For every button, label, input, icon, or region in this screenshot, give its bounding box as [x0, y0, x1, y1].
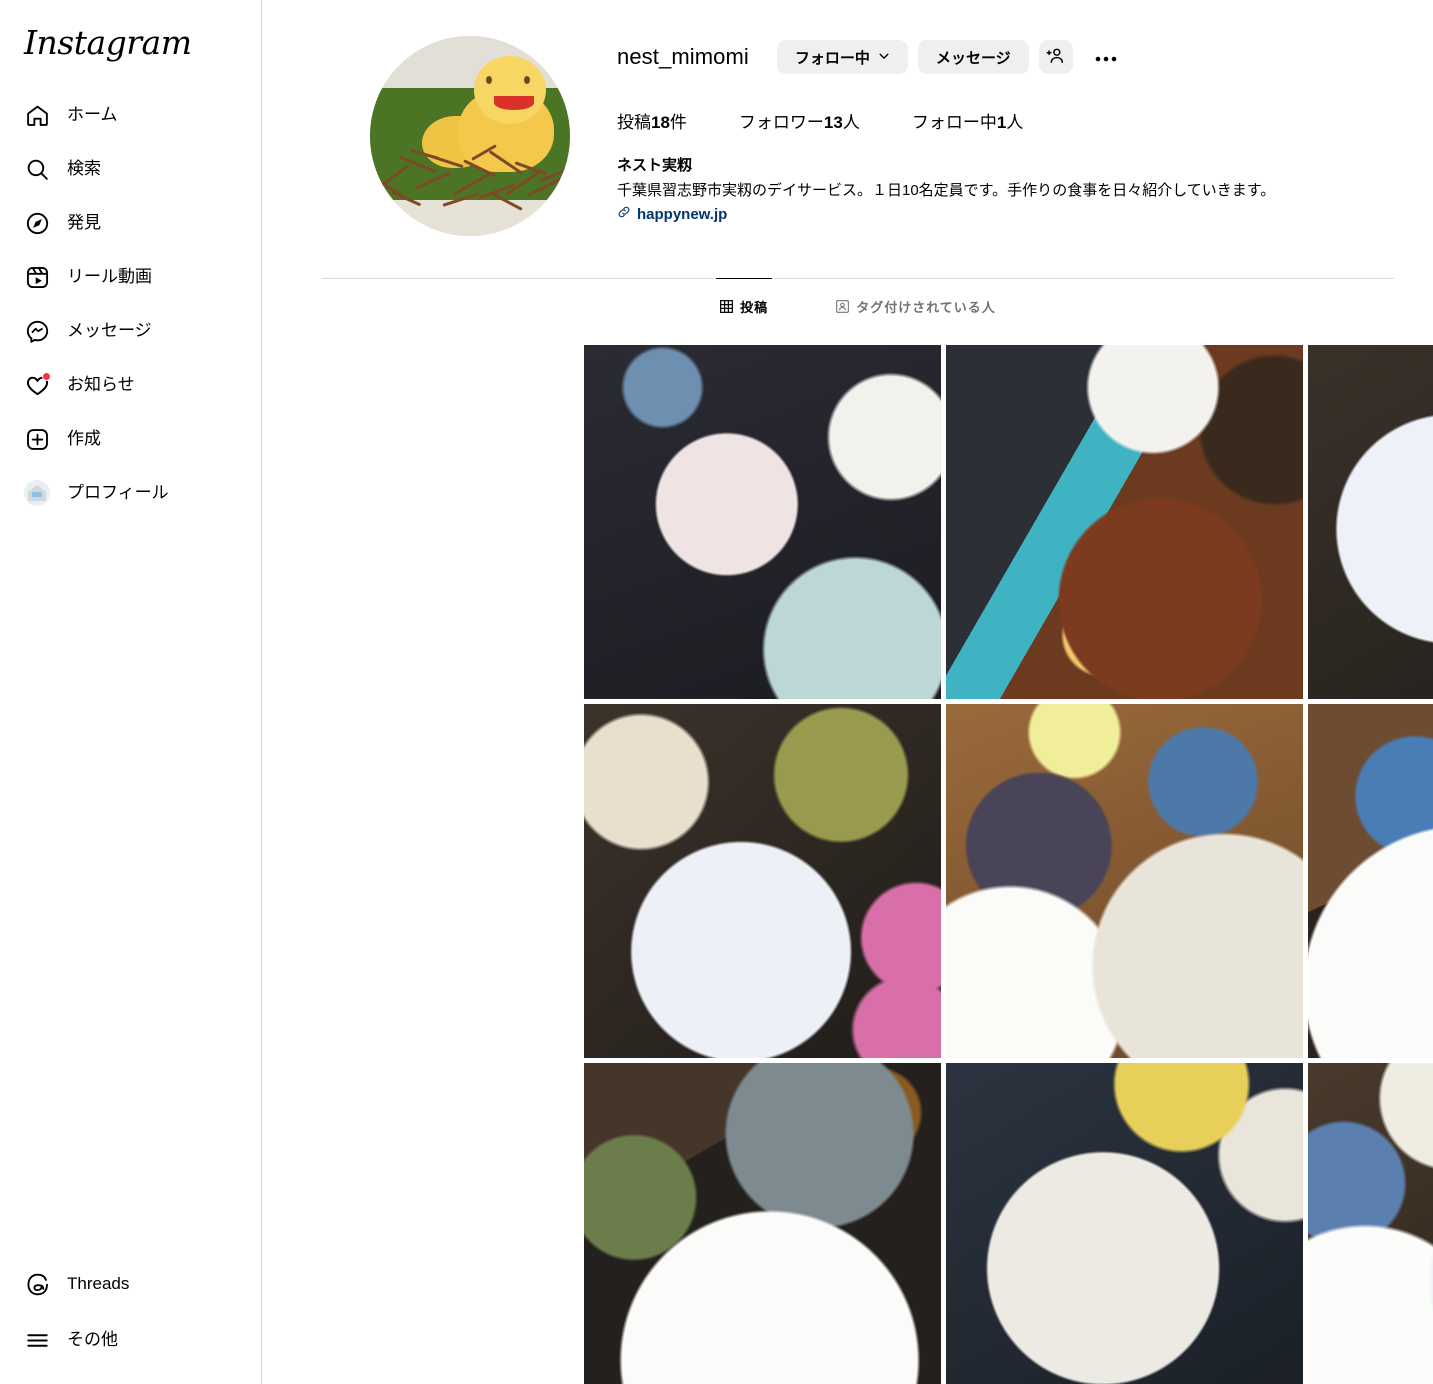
sidebar-item-threads[interactable]: Threads	[12, 1260, 249, 1308]
profile-bio-text: 千葉県習志野市実籾のデイサービス。１日10名定員です。手作りの食事を日々紹介して…	[617, 181, 1276, 199]
sidebar-item-label: リール動画	[67, 266, 152, 286]
profile-avatar-icon	[24, 480, 50, 506]
link-icon	[617, 205, 631, 223]
profile-avatar[interactable]	[369, 36, 570, 236]
sidebar-item-label: Threads	[67, 1273, 130, 1293]
plus-square-icon	[24, 426, 50, 452]
profile-tabs: 投稿 タグ付けされている人	[322, 278, 1394, 317]
grid-icon	[720, 300, 734, 313]
post-thumbnail[interactable]	[584, 345, 941, 699]
profile-info-column: nest_mimomi フォロー中 メッセージ 投稿18件 フォロワー13人 フ…	[617, 22, 1394, 224]
stat-followers-value: 13	[823, 113, 843, 132]
add-person-icon	[1046, 46, 1065, 69]
sidebar-item-label: メッセージ	[67, 320, 152, 340]
message-button[interactable]: メッセージ	[917, 40, 1029, 74]
notification-badge-dot	[42, 372, 51, 381]
sidebar-item-label: その他	[67, 1329, 118, 1349]
tab-tagged[interactable]: タグ付けされている人	[832, 278, 1000, 316]
more-options-icon	[1095, 50, 1117, 65]
stat-posts-unit: 件	[669, 113, 687, 132]
stat-followers[interactable]: フォロワー13人	[739, 108, 860, 133]
stat-following-label: フォロー中	[911, 113, 997, 132]
following-button-label: フォロー中	[794, 49, 870, 67]
sidebar-item-explore[interactable]: 発見	[12, 199, 249, 247]
sidebar-item-profile[interactable]: プロフィール	[12, 469, 249, 517]
stat-posts[interactable]: 投稿18件	[617, 108, 687, 133]
hamburger-menu-icon	[24, 1327, 50, 1353]
add-person-button[interactable]	[1038, 40, 1073, 74]
profile-stats-row: 投稿18件 フォロワー13人 フォロー中1人	[617, 108, 1394, 133]
heart-icon	[24, 372, 51, 398]
instagram-profile-page: Instagram ホーム 検索 発見 リール動画 メッセージ お知らせ 作成 …	[0, 0, 1433, 1384]
sidebar-item-reels[interactable]: リール動画	[12, 253, 249, 301]
post-thumbnail[interactable]	[1308, 1063, 1433, 1384]
username-row: nest_mimomi フォロー中 メッセージ	[617, 40, 1394, 74]
stat-followers-label: フォロワー	[738, 113, 824, 132]
home-icon	[24, 102, 50, 128]
tab-posts-label: 投稿	[740, 300, 769, 315]
post-thumbnail[interactable]	[1308, 345, 1433, 699]
stat-following-value: 1	[996, 113, 1007, 132]
profile-bio: ネスト実籾 千葉県習志野市実籾のデイサービス。１日10名定員です。手作りの食事を…	[617, 155, 1394, 224]
search-icon	[24, 156, 50, 182]
profile-username: nest_mimomi	[617, 44, 749, 69]
posts-grid	[584, 345, 1433, 1384]
sidebar-bottom-nav: Threads その他	[12, 1260, 249, 1364]
profile-tabs-section: 投稿 タグ付けされている人	[322, 278, 1394, 317]
messenger-icon	[24, 318, 50, 344]
profile-external-link[interactable]: happynew.jp	[617, 205, 727, 223]
post-thumbnail[interactable]	[1308, 704, 1433, 1058]
post-thumbnail[interactable]	[584, 1063, 941, 1384]
post-thumbnail[interactable]	[946, 345, 1303, 699]
sidebar-item-label: 発見	[67, 212, 101, 232]
profile-main-content: nest_mimomi フォロー中 メッセージ 投稿18件 フォロワー13人 フ…	[262, 0, 1433, 1384]
explore-compass-icon	[24, 210, 50, 236]
sidebar-item-create[interactable]: 作成	[12, 415, 249, 463]
sidebar-item-notifications[interactable]: お知らせ	[12, 361, 249, 409]
following-button[interactable]: フォロー中	[776, 40, 908, 74]
profile-display-name: ネスト実籾	[617, 157, 693, 174]
avatar	[24, 480, 50, 506]
stat-posts-label: 投稿	[617, 113, 651, 132]
post-thumbnail[interactable]	[946, 704, 1303, 1058]
sidebar-nav: ホーム 検索 発見 リール動画 メッセージ お知らせ 作成 プロフィール	[12, 91, 249, 517]
profile-header-section: nest_mimomi フォロー中 メッセージ 投稿18件 フォロワー13人 フ…	[262, 0, 1433, 317]
post-thumbnail[interactable]	[584, 704, 941, 1058]
sidebar-item-label: お知らせ	[67, 374, 135, 394]
more-options-button[interactable]	[1087, 40, 1125, 74]
sidebar-item-search[interactable]: 検索	[12, 145, 249, 193]
threads-icon	[24, 1271, 50, 1297]
profile-header: nest_mimomi フォロー中 メッセージ 投稿18件 フォロワー13人 フ…	[322, 22, 1394, 236]
tab-tagged-label: タグ付けされている人	[856, 300, 996, 315]
sidebar-item-label: ホーム	[67, 104, 118, 124]
sidebar-item-more[interactable]: その他	[12, 1316, 249, 1364]
left-sidebar: Instagram ホーム 検索 発見 リール動画 メッセージ お知らせ 作成 …	[0, 0, 262, 1384]
profile-avatar-column	[322, 22, 617, 236]
post-thumbnail[interactable]	[946, 1063, 1303, 1384]
message-button-label: メッセージ	[935, 49, 1011, 67]
stat-followers-unit: 人	[842, 113, 860, 132]
stat-following[interactable]: フォロー中1人	[912, 108, 1023, 133]
stat-posts-value: 18	[651, 113, 670, 132]
tab-posts[interactable]: 投稿	[716, 278, 773, 316]
profile-external-link-text: happynew.jp	[637, 205, 728, 223]
tagged-person-icon	[836, 300, 850, 313]
sidebar-item-label: 作成	[67, 428, 101, 448]
instagram-logo[interactable]: Instagram	[12, 8, 249, 89]
sidebar-item-home[interactable]: ホーム	[12, 91, 249, 139]
chevron-down-icon	[878, 49, 890, 66]
sidebar-item-messages[interactable]: メッセージ	[12, 307, 249, 355]
sidebar-item-label: プロフィール	[67, 482, 169, 502]
reels-icon	[24, 264, 50, 290]
stat-following-unit: 人	[1006, 113, 1024, 132]
sidebar-item-label: 検索	[67, 158, 101, 178]
